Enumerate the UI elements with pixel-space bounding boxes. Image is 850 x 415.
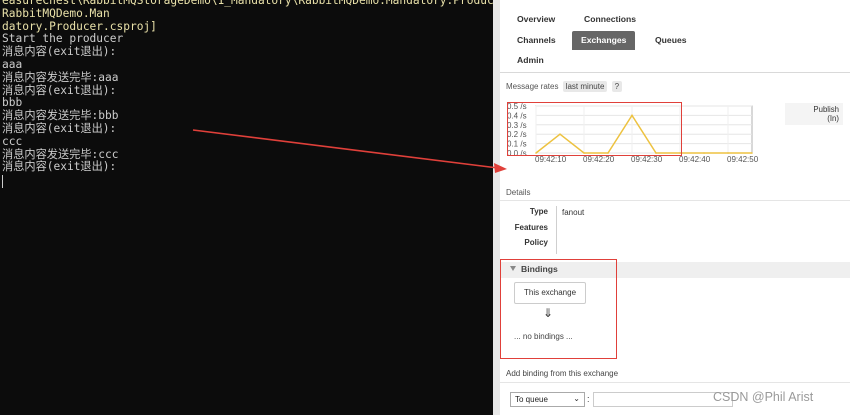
destination-name-input[interactable] [593, 392, 733, 407]
chevron-down-icon: ⌄ [573, 394, 580, 403]
console-line: aaa [2, 57, 23, 71]
bindings-highlight-box [500, 259, 617, 359]
chart-x-tick-label: 09:42:10 [535, 155, 567, 164]
chart-data-point [727, 152, 729, 154]
details-key-type: Type [529, 207, 548, 216]
chart-x-tick-label: 09:42:50 [727, 155, 759, 164]
chart-x-tick-label: 09:42:20 [583, 155, 615, 164]
destination-type-value: To queue [515, 395, 548, 404]
chart-data-point [751, 152, 753, 154]
destination-type-select[interactable]: To queue ⌄ [510, 392, 585, 407]
tab-channels[interactable]: Channels [508, 31, 565, 50]
console-line: ccc [2, 134, 23, 148]
tab-connections[interactable]: Connections [575, 10, 645, 29]
add-binding-heading[interactable]: Add binding from this exchange [506, 369, 618, 378]
details-key-features: Features [514, 223, 548, 232]
top-nav: Overview Connections Channels Exchanges … [500, 0, 850, 72]
chart-x-tick-label: 09:42:30 [631, 155, 663, 164]
message-rates-row: Message rates last minute ? [506, 81, 623, 93]
console-line: RabbitMQDemo.Man [2, 6, 110, 20]
details-value-type: fanout [562, 208, 585, 217]
console-output: easureChest\RabbitMQStorageDemo\1_Mandat… [2, 0, 493, 192]
destination-colon: : [587, 394, 590, 404]
chart-highlight-box [507, 102, 682, 156]
chart-x-tick-label: 09:42:40 [679, 155, 711, 164]
rates-help-button[interactable]: ? [611, 81, 623, 92]
details-key-policy: Policy [524, 238, 548, 247]
window-gap [493, 0, 500, 415]
console-window[interactable]: easureChest\RabbitMQStorageDemo\1_Mandat… [0, 0, 493, 415]
details-divider [500, 200, 850, 201]
console-line: 消息内容(exit退出): [2, 45, 117, 59]
console-line: 消息内容(exit退出): [2, 121, 117, 135]
add-binding-divider [500, 382, 850, 383]
nav-divider [500, 72, 850, 73]
details-heading: Details [506, 188, 531, 197]
rates-range-selector[interactable]: last minute [562, 81, 608, 92]
tab-queues[interactable]: Queues [646, 31, 696, 50]
message-rates-label: Message rates [506, 82, 559, 91]
console-cursor [2, 175, 3, 189]
tab-overview[interactable]: Overview [508, 10, 564, 29]
chart-data-point [703, 152, 705, 154]
chart-legend: Publish (In) [785, 103, 843, 125]
legend-publish-sub: (In) [827, 114, 839, 123]
console-line: 消息内容(exit退出): [2, 83, 117, 97]
console-line: 消息内容发送完毕:aaa [2, 70, 119, 84]
details-column-rule [556, 206, 557, 254]
legend-publish-label: Publish [813, 105, 839, 114]
console-line: 消息内容(exit退出): [2, 160, 117, 174]
tab-admin[interactable]: Admin [508, 51, 553, 70]
watermark: CSDN @Phil Arist [713, 390, 814, 404]
tab-exchanges[interactable]: Exchanges [572, 31, 636, 50]
